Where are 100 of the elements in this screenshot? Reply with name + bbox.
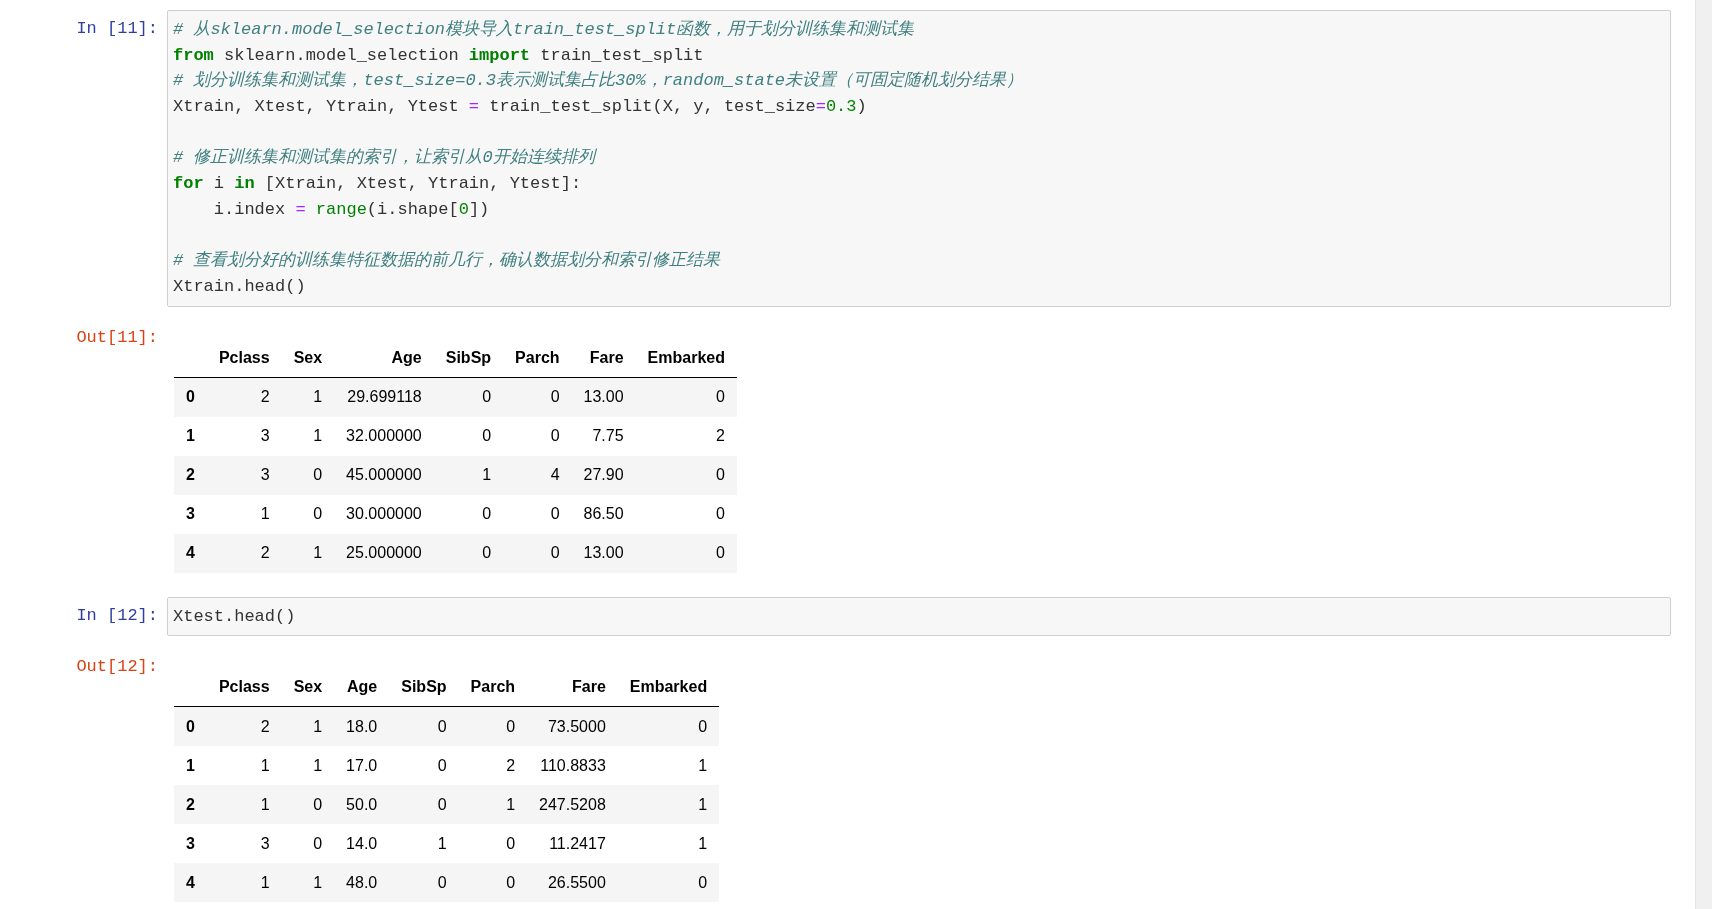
table-cell: 48.0 [334,863,390,903]
column-header: Parch [503,338,572,378]
row-index: 4 [174,863,207,903]
table-cell: 1 [281,533,335,573]
column-header: SibSp [433,338,504,378]
column-header: Embarked [635,338,737,378]
code-line: Xtrain.head() [173,275,306,298]
code-line: for i in [Xtrain, Xtest, Ytrain, Ytest]: [173,173,582,196]
table-cell: 0 [281,824,335,864]
table-cell: 0 [458,824,528,864]
table-cell: 0 [389,785,459,825]
table-cell: 17.0 [334,746,390,786]
output-prompt: Out[12]: [75,656,159,679]
table-cell: 1 [617,824,720,864]
table-cell: 110.8833 [527,746,618,786]
code-line: # 查看划分好的训练集特征数据的前几行，确认数据划分和索引修正结果 [173,250,721,273]
column-header: Sex [281,668,335,707]
table-cell: 1 [617,746,720,786]
table-cell: 0 [635,494,737,534]
row-index: 0 [174,706,207,747]
row-index: 3 [174,824,207,864]
table-cell: 1 [458,785,528,825]
column-header: Pclass [206,668,282,707]
column-header: SibSp [389,668,459,707]
table-cell: 0 [433,494,504,534]
table-cell: 0 [433,533,504,573]
table-cell: 1 [206,494,282,534]
code-line: Xtrain, Xtest, Ytrain, Ytest = train_test_split(X, y, test_size=0.3) [173,96,867,119]
row-index: 1 [174,746,207,786]
table-cell: 0 [617,706,720,747]
table-cell: 1 [206,785,282,825]
table-cell: 13.00 [571,377,636,417]
code-cell[interactable]: Xtest.head() [167,596,1671,637]
table-cell: 1 [281,416,335,456]
table-cell: 0 [281,494,335,534]
table-cell: 0 [433,416,504,456]
table-cell: 14.0 [334,824,390,864]
table-cell: 0 [281,455,335,495]
table-cell: 13.00 [571,533,636,573]
column-header: Pclass [206,338,282,378]
table-cell: 2 [206,533,282,573]
input-prompt: In [12]: [75,604,159,627]
code-line: # 从sklearn.model_selection模块导入train_test_split函数，用于划分训练集和测试集 [173,19,915,41]
column-header: Age [334,668,390,707]
input-prompt: In [11]: [75,18,159,40]
table-cell: 1 [617,785,720,825]
code-line: from sklearn.model_selection import train_test_split [173,44,704,67]
table-cell: 0 [503,416,572,456]
table-cell: 2 [458,746,528,786]
table-cell: 26.5500 [527,863,618,903]
table-cell: 29.699118 [334,377,434,417]
row-index: 4 [174,533,207,573]
table-cell: 3 [206,416,282,456]
column-header: Fare [571,338,636,378]
table-cell: 32.000000 [334,416,434,456]
table-cell: 73.5000 [527,706,618,747]
table-cell: 0 [503,377,572,417]
column-header: Parch [458,668,528,707]
table-cell: 0 [635,455,737,495]
table-cell: 0 [503,494,572,534]
table-cell: 0 [389,863,459,903]
scrollbar-track[interactable] [1695,0,1712,909]
table-cell: 1 [281,746,335,786]
code-line: # 修正训练集和测试集的索引，让索引从0开始连续排列 [173,147,595,170]
row-index: 2 [174,785,207,825]
row-index: 2 [174,455,207,495]
column-header: Embarked [617,668,720,707]
table-cell: 247.5208 [527,785,618,825]
table-cell: 1 [206,863,282,903]
table-cell: 1 [206,746,282,786]
table-cell: 86.50 [571,494,636,534]
table-cell: 1 [281,863,335,903]
output-prompt: Out[11]: [75,326,159,349]
row-index: 3 [174,494,207,534]
table-cell: 1 [389,824,459,864]
row-index: 1 [174,416,207,456]
table-cell: 45.000000 [334,455,434,495]
column-header: Sex [281,338,335,378]
table-cell: 1 [433,455,504,495]
table-cell: 7.75 [571,416,636,456]
table-cell: 3 [206,824,282,864]
table-cell: 0 [433,377,504,417]
column-header: Fare [527,668,618,707]
table-cell: 4 [503,455,572,495]
table-cell: 0 [503,533,572,573]
table-cell: 0 [617,863,720,903]
table-cell: 11.2417 [527,824,618,864]
table-cell: 2 [635,416,737,456]
table-cell: 0 [458,706,528,747]
table-cell: 30.000000 [334,494,434,534]
code-cell[interactable] [167,10,1671,307]
table-cell: 0 [635,377,737,417]
table-cell: 27.90 [571,455,636,495]
table-cell: 0 [389,746,459,786]
code-line: Xtest.head() [173,605,296,628]
table-cell: 0 [458,863,528,903]
table-cell: 1 [281,706,335,747]
table-cell: 0 [389,706,459,747]
row-index: 0 [174,377,207,417]
table-cell: 0 [635,533,737,573]
